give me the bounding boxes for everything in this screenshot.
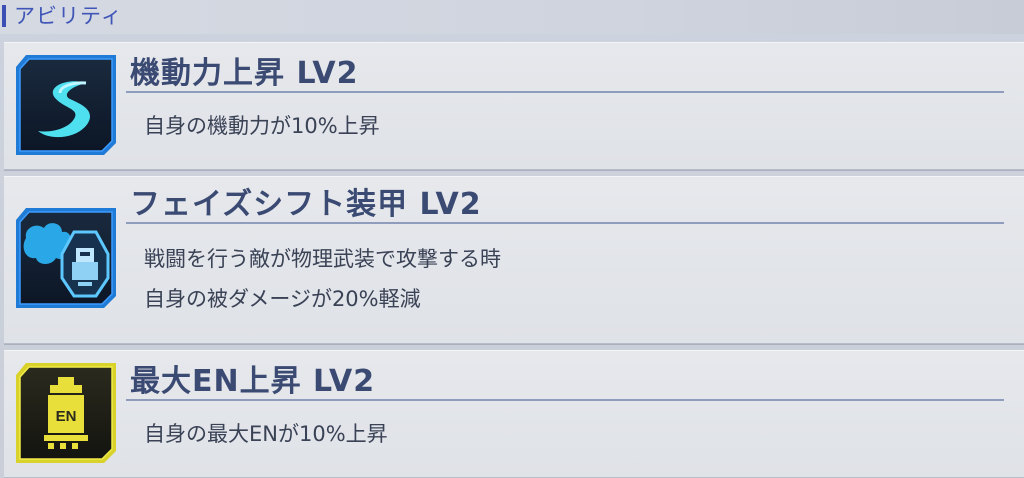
- section-title: アビリティ: [14, 4, 123, 28]
- title-divider: [126, 222, 1004, 224]
- ability-description: 自身の機動力が10%上昇: [144, 106, 380, 146]
- ability-title: 最大EN上昇 LV2: [130, 364, 376, 399]
- section-header: アビリティ: [0, 0, 1024, 34]
- ability-description: 自身の最大ENが10%上昇: [144, 414, 388, 454]
- description-line: 自身の最大ENが10%上昇: [144, 422, 388, 446]
- description-line: 戦闘を行う敵が物理武装で攻撃する時: [144, 247, 501, 271]
- ability-card-phase-shift[interactable]: フェイズシフト装甲 LV2 戦闘を行う敵が物理武装で攻撃する時 自身の被ダメージ…: [4, 176, 1024, 344]
- title-divider: [126, 399, 1004, 401]
- ability-description: 戦闘を行う敵が物理武装で攻撃する時 自身の被ダメージが20%軽減: [144, 239, 501, 319]
- ability-title: フェイズシフト装甲 LV2: [130, 187, 482, 222]
- phase-shift-armor-icon: [16, 208, 116, 308]
- en-battery-icon: EN: [16, 363, 116, 463]
- description-line: 自身の機動力が10%上昇: [144, 114, 380, 138]
- title-divider: [126, 91, 1004, 93]
- description-line: 自身の被ダメージが20%軽減: [144, 287, 421, 311]
- en-icon-label: EN: [56, 408, 77, 425]
- ability-card-mobility[interactable]: 機動力上昇 LV2 自身の機動力が10%上昇: [4, 42, 1024, 170]
- ability-card-max-en[interactable]: EN 最大EN上昇 LV2 自身の最大ENが10%上昇: [4, 350, 1024, 478]
- ability-title: 機動力上昇 LV2: [130, 56, 359, 91]
- mobility-swoosh-icon: [16, 55, 116, 155]
- header-accent-bar: [2, 5, 6, 27]
